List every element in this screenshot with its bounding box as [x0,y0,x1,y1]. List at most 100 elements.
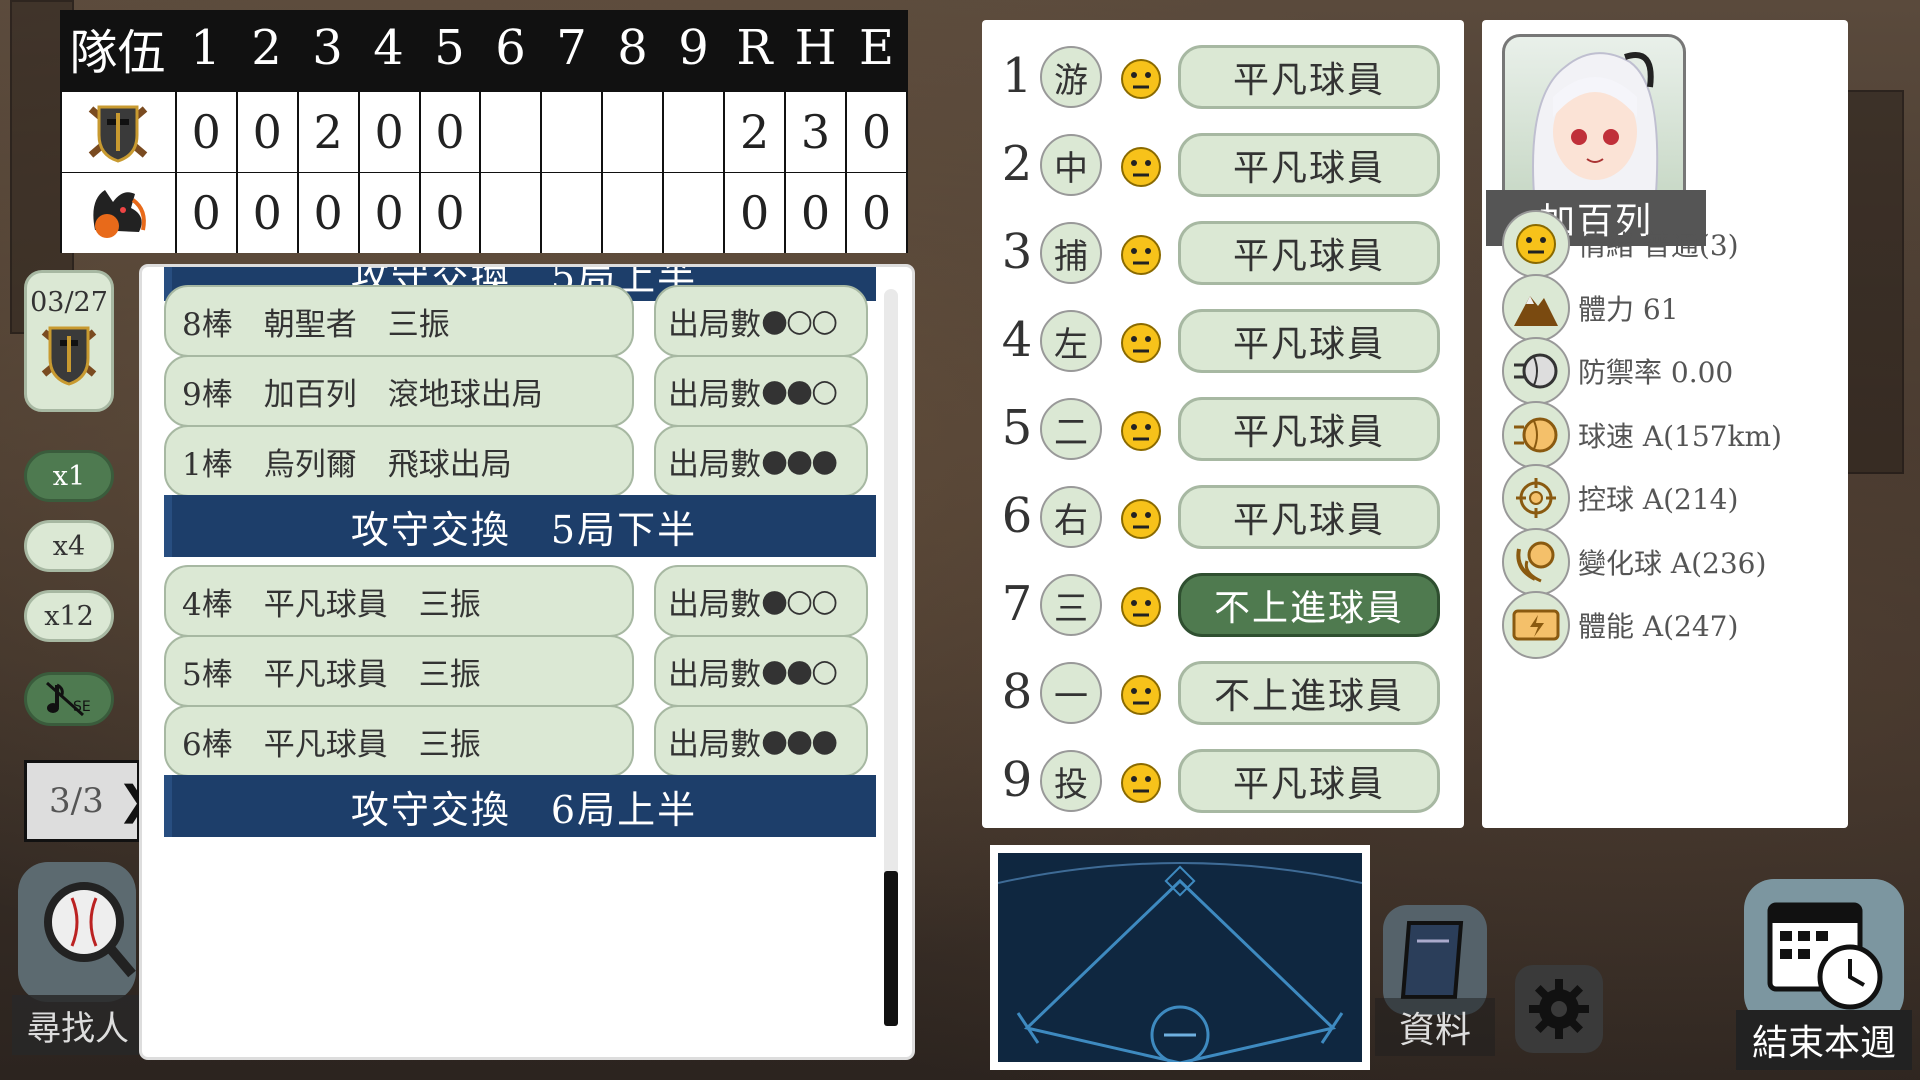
batting-order-number: 7 [1001,576,1033,632]
outs-label: 出局數 [668,446,761,483]
outs-count: 出局數 ●○○ [654,565,868,637]
lineup-row[interactable]: 9 投 平凡球員 [982,740,1464,828]
scoreboard-col-header: 5 [434,19,465,76]
position-badge: 二 [1040,398,1102,460]
score-cell [542,92,604,172]
outs-dots: ●●● [761,723,838,759]
score-cell: 0 [861,186,892,240]
settings-button[interactable] [1515,965,1603,1053]
player-name-button[interactable]: 平凡球員 [1178,485,1440,549]
player-name-button[interactable]: 平凡球員 [1178,133,1440,197]
date-label: 03/27 [30,287,108,318]
score-cell: 0 [360,92,421,172]
player-card: 加百列 情緒 普通(3) 體力 61 防禦率 0.00 球速 A(157km) 控球 A… [1482,20,1848,828]
score-cell: 0 [421,173,482,253]
score-cell: 2 [725,92,787,172]
position-badge: 右 [1040,486,1102,548]
batting-order-number: 3 [1001,224,1033,280]
end-week-label: 結束本週 [1736,1010,1912,1070]
page-indicator[interactable]: 3/3 ❯ [24,760,151,842]
neutral-face-icon [1120,498,1162,540]
scoreboard-col-header: 2 [251,19,282,76]
batting-order-number: 5 [1001,400,1033,456]
log-scrollbar-thumb[interactable] [884,871,898,1026]
play-result: 9棒 加百列 滾地球出局 [164,355,634,427]
crosshair-icon [1502,464,1570,532]
outs-label: 出局數 [668,726,761,763]
score-cell [603,92,665,172]
player-name-button[interactable]: 平凡球員 [1178,397,1440,461]
lineup-row[interactable]: 7 三 不上進球員 [982,564,1464,652]
fast-ball-icon [1502,337,1570,405]
log-scrollbar[interactable] [884,289,898,1026]
sound-toggle-button[interactable]: SE [24,672,114,726]
player-stat: 體能 A(247) [1502,589,1842,661]
music-note-mute-icon: SE [46,681,91,717]
svg-text:SE: SE [73,699,91,715]
score-cell: 0 [360,173,421,253]
batting-order-number: 6 [1001,488,1033,544]
player-name-button[interactable]: 平凡球員 [1178,749,1440,813]
score-cell: 0 [238,173,299,253]
player-stat-text: 防禦率 0.00 [1578,356,1734,389]
lineup-row[interactable]: 1 游 平凡球員 [982,36,1464,124]
gear-icon [1529,979,1589,1039]
player-name-button[interactable]: 平凡球員 [1178,309,1440,373]
inning-banner: 攻守交換 5局下半 [164,495,876,557]
lineup-row[interactable]: 6 右 平凡球員 [982,476,1464,564]
player-name-button[interactable]: 不上進球員 [1178,661,1440,725]
batting-order-number: 2 [1001,136,1033,192]
scoreboard-col-header: 3 [312,19,343,76]
player-name-button[interactable]: 平凡球員 [1178,45,1440,109]
score-cell: 2 [299,92,360,172]
player-name-button[interactable]: 不上進球員 [1178,573,1440,637]
scoreboard-col-header: 9 [678,19,709,76]
player-name-button[interactable]: 平凡球員 [1178,221,1440,285]
outs-count: 出局數 ●○○ [654,285,868,357]
knight-shield-icon [41,326,97,386]
scoreboard-col-header: 4 [373,19,404,76]
lineup-row[interactable]: 4 左 平凡球員 [982,300,1464,388]
score-cell: 3 [786,92,847,172]
scoreboard-col-header: H [794,19,837,76]
lineup-row[interactable]: 8 一 不上進球員 [982,652,1464,740]
knight-shield-icon [62,92,177,172]
scoreboard-col-header: E [858,19,895,76]
scoreboard-team-header: 隊伍 [69,24,166,81]
speed-x1-button[interactable]: x1 [24,450,114,502]
outs-count: 出局數 ●●○ [654,635,868,707]
outs-count: 出局數 ●●● [654,705,868,777]
scoreboard-col-header: 1 [190,19,221,76]
game-log-panel[interactable]: 攻守交換 5局上半 8棒 朝聖者 三振 出局數 ●○○ 9棒 加百列 滾地球出局 出局數 ●… [142,267,912,1057]
scoreboard-col-header: 7 [556,19,587,76]
player-stat-text: 球速 A(157km) [1578,419,1782,453]
player-stat-text: 情緒 普通(3) [1578,229,1739,262]
play-result: 4棒 平凡球員 三振 [164,565,634,637]
player-stat: 球速 A(157km) [1502,399,1842,471]
score-cell [664,92,726,172]
neutral-face-icon [1120,762,1162,804]
lineup-row[interactable]: 5 二 平凡球員 [982,388,1464,476]
speed-x4-button[interactable]: x4 [24,520,114,572]
player-stat: 防禦率 0.00 [1502,335,1842,407]
scoreboard-row-away: 00000000 [62,173,906,253]
player-stat: 情緒 普通(3) [1502,208,1842,280]
outs-dots: ●○○ [761,303,838,339]
score-cell: 0 [861,105,892,159]
lineup-row[interactable]: 2 中 平凡球員 [982,124,1464,212]
play-result: 5棒 平凡球員 三振 [164,635,634,707]
date-badge[interactable]: 03/27 [24,270,114,412]
magnifier-baseball-icon [18,862,136,1002]
outs-label: 出局數 [668,376,761,413]
score-cell: 0 [421,92,482,172]
neutral-face-icon [1120,410,1162,452]
position-badge: 捕 [1040,222,1102,284]
baseball-diamond-icon [997,862,1363,1065]
play-result: 8棒 朝聖者 三振 [164,285,634,357]
outs-label: 出局數 [668,656,761,693]
lineup-row[interactable]: 3 捕 平凡球員 [982,212,1464,300]
player-avatar-icon [1532,52,1659,207]
speed-x12-button[interactable]: x12 [24,590,114,642]
player-portrait[interactable] [1502,34,1686,210]
score-cell: 0 [238,92,299,172]
